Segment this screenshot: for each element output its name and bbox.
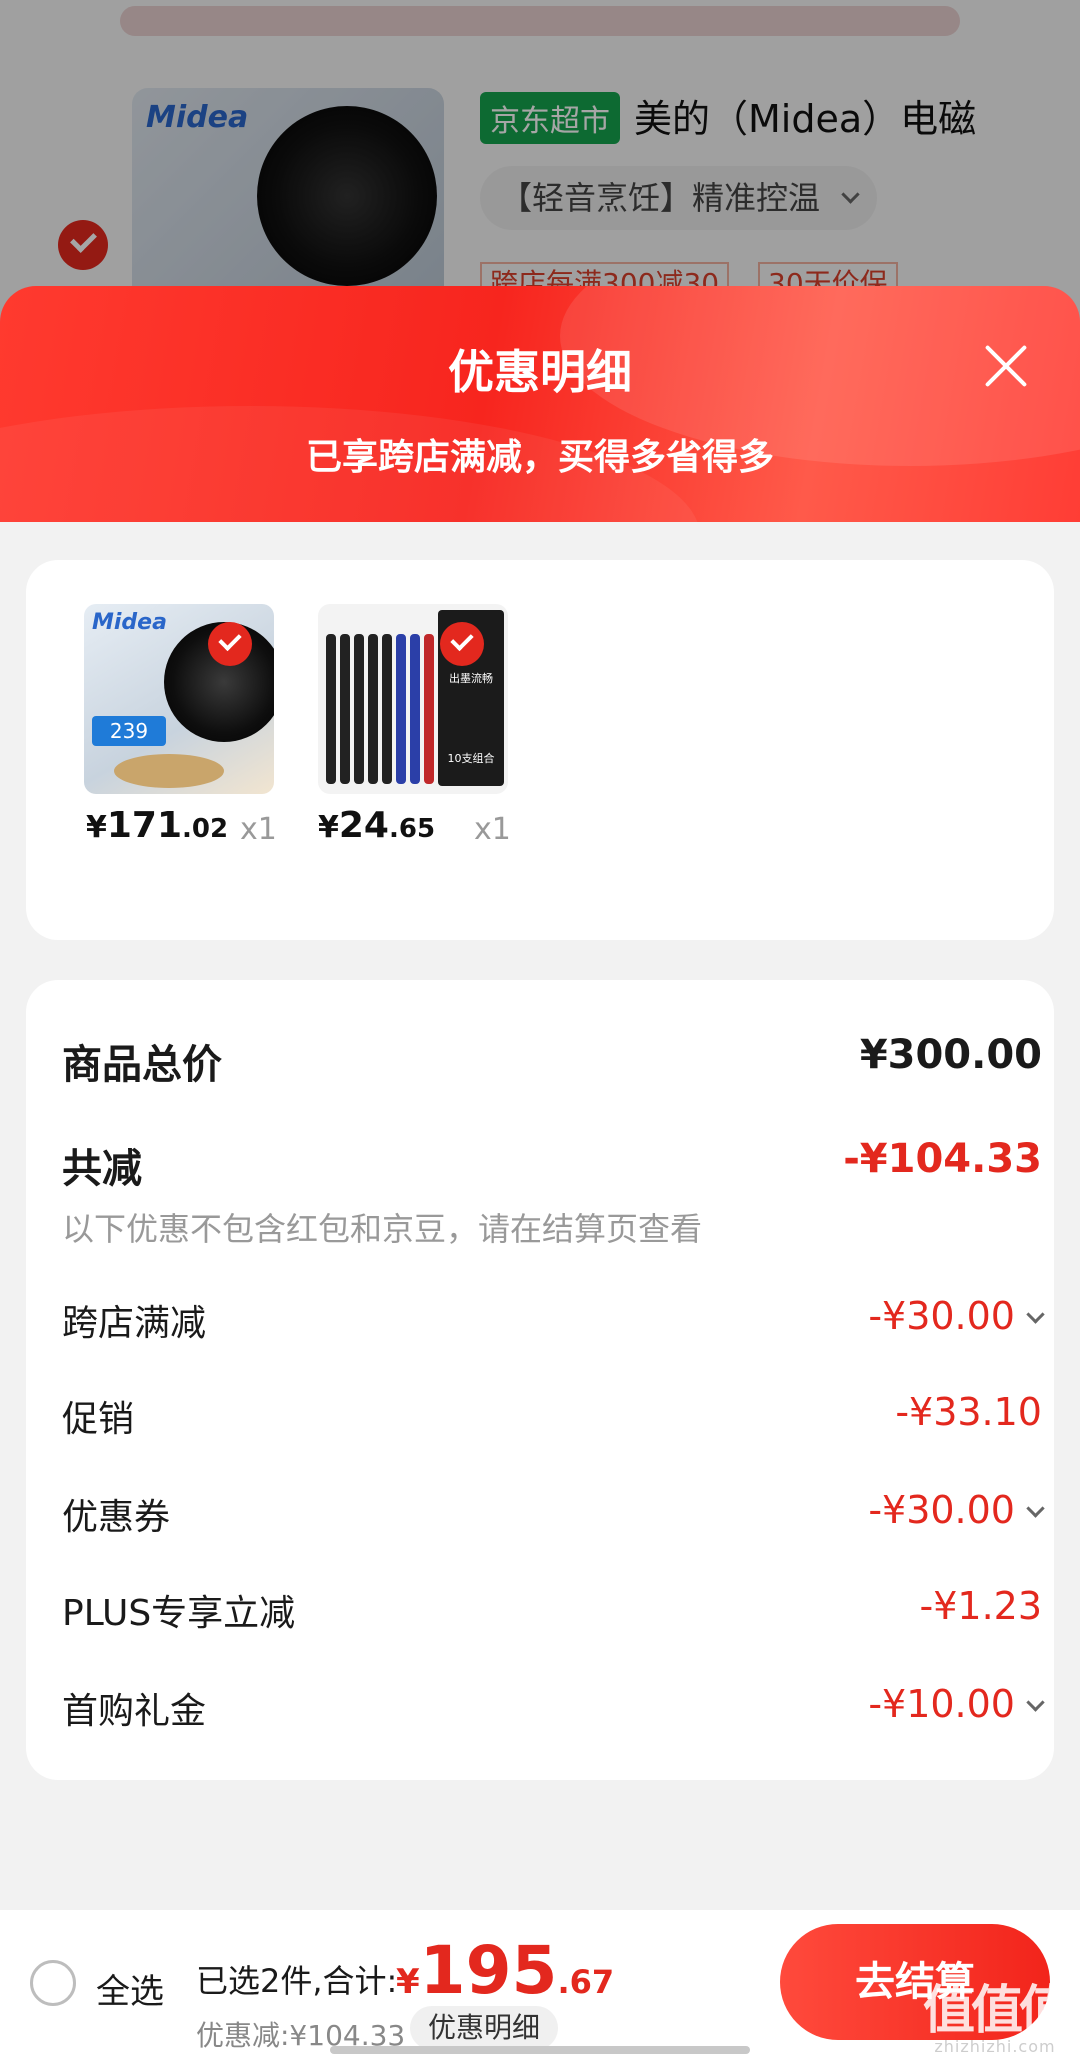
home-indicator[interactable] <box>330 2046 750 2054</box>
product-quantity: x1 <box>240 812 277 847</box>
grand-total: ¥195.67 <box>396 1932 615 2009</box>
sheet-subtitle: 已享跨店满减，买得多省得多 <box>305 437 774 478</box>
checkout-bar: 全选 已选2件,合计: ¥195.67 优惠减:¥104.33 优惠明细 去结算 <box>0 1910 1080 2057</box>
product-item[interactable]: Midea 239 <box>84 604 274 794</box>
sheet-title: 优惠明细 <box>448 345 632 399</box>
discount-detail-button[interactable]: 优惠明细 <box>410 2006 559 2050</box>
pen-box-label: 出墨流畅 <box>449 672 493 685</box>
discount-note: 以下优惠不包含红包和京豆，请在结算页查看 <box>62 1210 703 1248</box>
total-price-label: 商品总价 <box>62 1042 222 1088</box>
product-price: ¥24.65 <box>318 805 436 846</box>
chevron-down-icon <box>1026 1305 1045 1324</box>
selected-check-icon <box>440 622 484 666</box>
select-all-radio[interactable] <box>30 1960 76 2006</box>
selected-count: 已选2件,合计: <box>196 1962 398 2000</box>
chevron-down-icon <box>1026 1499 1045 1518</box>
total-price-row: 商品总价 ¥300.00 <box>62 1032 1042 1088</box>
midea-logo: Midea <box>92 610 167 635</box>
discount-row-cross-store[interactable]: 跨店满减 -¥30.00 <box>62 1294 1045 1344</box>
select-all-label[interactable]: 全选 <box>96 1964 164 2013</box>
chevron-down-icon <box>1026 1693 1045 1712</box>
selected-products-card: Midea 239 ¥171.02 x1 出墨流畅 10支组合 ¥24.65 x… <box>26 560 1054 940</box>
total-discount-value: -¥104.33 <box>843 1136 1042 1182</box>
watermark-logo: 值值值 zhizhizhi.com <box>922 1981 1071 2056</box>
total-discount-row: 共减 -¥104.33 <box>62 1136 1042 1192</box>
total-price-value: ¥300.00 <box>859 1032 1042 1078</box>
pens-image: 出墨流畅 10支组合 <box>318 604 508 794</box>
selected-check-icon <box>208 622 252 666</box>
close-icon[interactable] <box>976 336 1036 396</box>
product-quantity: x1 <box>474 812 511 847</box>
modal-overlay[interactable] <box>0 0 1080 330</box>
pen-box-sublabel: 10支组合 <box>447 752 495 765</box>
price-badge: 239 <box>92 716 166 746</box>
product-price: ¥171.02 <box>86 805 229 846</box>
discount-sheet-header: 优惠明细 已享跨店满减，买得多省得多 <box>0 286 1080 522</box>
discount-row-coupon[interactable]: 优惠券 -¥30.00 <box>62 1488 1045 1538</box>
total-discount-label: 共减 <box>62 1146 142 1192</box>
discount-summary-card: 商品总价 ¥300.00 共减 -¥104.33 以下优惠不包含红包和京豆，请在… <box>26 980 1054 1780</box>
discount-row-plus: PLUS专享立减 -¥1.23 <box>62 1584 1042 1634</box>
induction-cooker-image: Midea 239 <box>84 604 274 794</box>
discount-row-first-purchase[interactable]: 首购礼金 -¥10.00 <box>62 1682 1045 1732</box>
discount-row-promotion: 促销 -¥33.10 <box>62 1390 1042 1440</box>
product-item[interactable]: 出墨流畅 10支组合 <box>318 604 508 794</box>
